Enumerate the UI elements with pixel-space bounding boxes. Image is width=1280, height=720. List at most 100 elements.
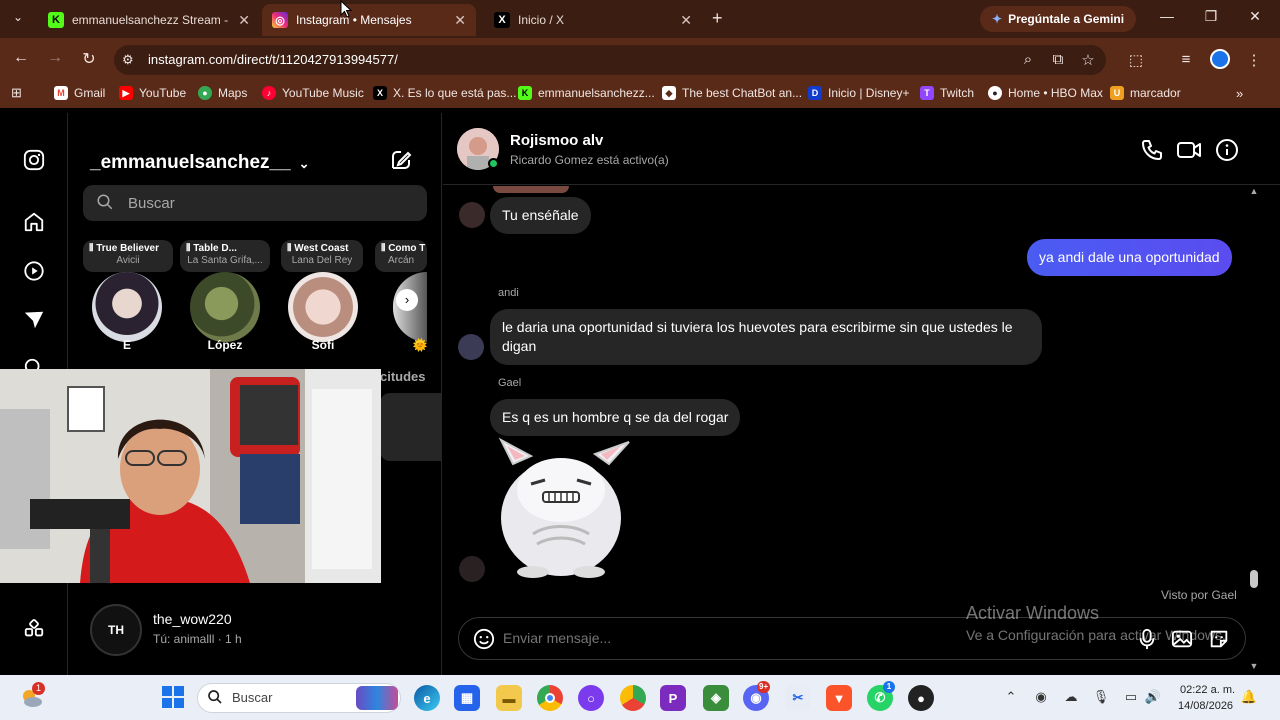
bookmark-marcador[interactable]: Umarcador [1110,86,1181,100]
minimize-icon[interactable]: — [1152,8,1182,24]
reels-icon[interactable] [22,259,46,283]
tab-x[interactable]: X Inicio / X ✕ [484,4,702,36]
tab-search-button[interactable]: ⌄ [8,10,28,30]
scrollbar-thumb[interactable] [1250,570,1258,588]
instagram-logo-icon[interactable] [22,148,46,172]
sticker-hamster[interactable] [493,434,633,585]
weather-widget-icon[interactable]: 1 [18,682,45,711]
file-explorer-icon[interactable]: ▬ [496,685,522,711]
url-text[interactable]: instagram.com/direct/t/1120427913994577/ [148,52,398,67]
tray-app-icon[interactable]: ◉ [1032,689,1050,705]
message-bubble[interactable]: Es q es un hombre q se da del rogar [490,399,741,436]
forward-icon[interactable]: → [44,49,66,67]
volume-icon[interactable]: 🔊 [1144,689,1162,705]
install-app-icon[interactable]: ⧉ [1048,51,1068,68]
close-tab-icon[interactable]: ✕ [238,12,250,29]
bookmark-kick[interactable]: Kemmanuelsanchezz... [518,86,655,100]
sender-avatar[interactable] [459,202,485,228]
store-icon[interactable]: ▦ [454,685,480,711]
snipping-tool-icon[interactable]: ✂ [785,685,811,711]
more-apps-icon[interactable] [22,617,46,641]
note-artist: La Santa Grifa,... [187,255,263,266]
bookmark-twitch[interactable]: T Twitch [920,86,974,100]
bookmark-disney[interactable]: D Inicio | Disney+ [808,86,910,100]
tab-kick[interactable]: K emmanuelsanchezz Stream - W ✕ [38,4,260,36]
video-call-icon[interactable] [1176,137,1202,163]
bookmark-star-icon[interactable]: ☆ [1078,51,1098,69]
sender-avatar[interactable] [458,334,484,360]
back-icon[interactable]: ← [10,49,32,67]
gemini-button[interactable]: ✦ Pregúntale a Gemini [980,6,1137,32]
clock-time[interactable]: 02:22 a. m. [1180,684,1235,696]
new-message-icon[interactable] [389,148,413,177]
sender-avatar[interactable] [459,556,485,582]
bookmark-hbo[interactable]: ● Home • HBO Max [988,86,1103,100]
story-avatar[interactable] [92,272,162,342]
message-bubble-own[interactable]: ya andi dale una oportunidad [1027,239,1232,276]
site-info-icon[interactable]: ⚙ [122,52,134,68]
message-bubble[interactable]: Tu enséñale [490,197,591,234]
note-bubble[interactable]: ⦀ Table D... La Santa Grifa,... [180,240,270,272]
story-avatar[interactable] [190,272,260,342]
message-bubble[interactable]: le daria una oportunidad si tuviera los … [490,309,1042,365]
start-button[interactable] [162,686,184,713]
brave-icon[interactable]: ▼ [826,685,852,711]
network-icon[interactable]: ▭ [1122,689,1140,705]
bookmark-chatbot[interactable]: ◆ The best ChatBot an... [662,86,802,100]
bookmark-youtube-music[interactable]: ♪ YouTube Music [262,86,364,100]
scroll-up-arrow[interactable]: ▲ [1248,186,1260,196]
home-icon[interactable] [22,210,46,234]
clock-date[interactable]: 14/08/2026 [1178,700,1233,712]
phone-icon[interactable] [1139,137,1165,163]
restore-icon[interactable]: ❐ [1196,8,1226,25]
microphone-tray-icon[interactable]: 🎙 [1092,689,1110,705]
chat-scrollbar[interactable]: ▲ ▼ [1248,186,1260,674]
more-bookmarks-icon[interactable]: » [1236,86,1243,101]
edge-icon[interactable]: e [414,685,440,711]
chrome-canary-icon[interactable] [620,685,646,711]
profile-avatar[interactable] [1210,49,1230,69]
zoom-icon[interactable]: ⌕ [1018,51,1038,68]
peer-name[interactable]: Rojismoo alv [510,132,603,149]
conversation-name[interactable]: the_wow220 [153,611,232,627]
notifications-icon[interactable]: 🔔 [1240,689,1258,705]
stories-next-icon[interactable]: › [396,289,418,311]
bookmark-maps[interactable]: ● Maps [198,86,247,100]
info-icon[interactable] [1214,137,1240,163]
reload-icon[interactable]: ↻ [78,49,100,69]
obs-icon[interactable]: ● [908,685,934,711]
bookmark-x[interactable]: X X. Es lo que está pas... [373,86,516,100]
apps-grid-icon[interactable]: ⊞ [11,85,22,101]
selected-conversation-row[interactable] [380,393,442,461]
account-switcher[interactable]: _emmanuelsanchez__ ⌄ [90,152,310,174]
cloud-icon[interactable]: ☁ [1062,689,1080,705]
note-bubble[interactable]: ⦀ Como T Arcán [375,240,427,272]
tray-overflow-icon[interactable]: ⌃ [1002,689,1020,705]
pstore-icon[interactable]: P [660,685,686,711]
conversation-avatar[interactable]: TH [90,604,142,656]
close-tab-icon[interactable]: ✕ [454,12,466,29]
menu-icon[interactable]: ⋮ [1244,51,1264,69]
story-avatar[interactable] [288,272,358,342]
app-circle-icon[interactable]: ○ [578,685,604,711]
note-artist: Arcán [387,255,415,266]
whatsapp-icon[interactable]: ✆ 1 [867,681,895,711]
discord-icon[interactable]: ◉ 9+ [743,681,771,711]
bookmark-gmail[interactable]: M Gmail [54,86,105,100]
emoji-icon[interactable] [473,628,495,650]
bookmark-youtube[interactable]: ▶ YouTube [119,86,186,100]
scroll-down-arrow[interactable]: ▼ [1248,661,1260,671]
media-icon[interactable]: ≡ [1176,51,1196,68]
extensions-icon[interactable]: ⬚ [1126,51,1146,69]
chrome-icon[interactable] [537,685,563,711]
new-tab-button[interactable]: + [712,8,723,29]
messages-icon[interactable] [22,308,46,332]
tab-instagram[interactable]: ◎ Instagram • Mensajes ✕ [262,4,476,36]
close-tab-icon[interactable]: ✕ [680,12,692,29]
note-bubble[interactable]: ⦀ West Coast Lana Del Rey [281,240,363,272]
gmail-icon: M [54,86,68,100]
requests-link[interactable]: citudes [380,369,426,384]
green-app-icon[interactable]: ◈ [703,685,729,711]
note-bubble[interactable]: ⦀ True Believer Avicii [83,240,173,272]
close-window-icon[interactable]: ✕ [1240,8,1270,25]
